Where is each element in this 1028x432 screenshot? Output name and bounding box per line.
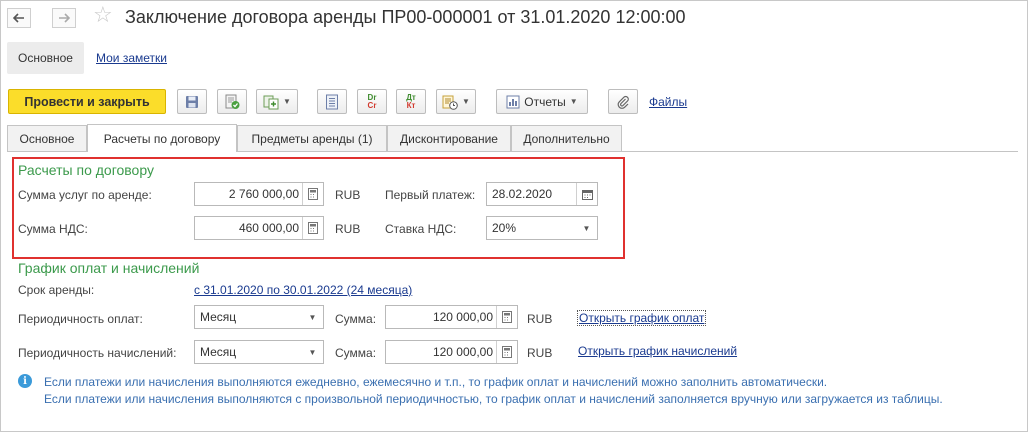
page-tab-main[interactable]: Основное <box>7 42 84 74</box>
payment-sum-field[interactable]: 120 000,00 <box>385 305 518 329</box>
dr-cr-icon-bottom: Cr <box>367 100 377 110</box>
rent-amount-field[interactable]: 2 760 000,00 <box>194 182 324 206</box>
create-based-on-button[interactable]: ▼ <box>256 89 298 114</box>
schedule-section-title: График оплат и начислений <box>18 260 200 276</box>
document-structure-button[interactable] <box>317 89 347 114</box>
arrow-left-icon <box>13 13 24 23</box>
tab-settlements[interactable]: Расчеты по договору <box>87 124 237 152</box>
files-link[interactable]: Файлы <box>649 95 687 109</box>
first-payment-field[interactable]: 28.02.2020 <box>486 182 598 206</box>
tab-additional[interactable]: Дополнительно <box>511 125 622 151</box>
post-and-close-button[interactable]: Провести и закрыть <box>8 89 166 114</box>
vat-rate-select[interactable]: 20% ▼ <box>486 216 598 240</box>
settlements-section-title: Расчеты по договору <box>18 162 154 178</box>
dr-cr-icon: Dr Cr <box>367 93 377 110</box>
vat-rate-label: Ставка НДС: <box>385 222 457 236</box>
payment-sum-value: 120 000,00 <box>432 310 493 324</box>
forward-button[interactable] <box>52 8 76 28</box>
dr-cr-button[interactable]: Dr Cr <box>357 89 387 114</box>
first-payment-label: Первый платеж: <box>385 188 476 202</box>
chevron-down-icon[interactable]: ▼ <box>576 217 597 239</box>
accrual-sum-value: 120 000,00 <box>432 345 493 359</box>
post-button[interactable] <box>217 89 247 114</box>
tab-discounting[interactable]: Дисконтирование <box>387 125 511 151</box>
accrual-frequency-select[interactable]: Месяц ▼ <box>194 340 324 364</box>
rent-amount-value: 2 760 000,00 <box>228 187 299 201</box>
page-tab-notes[interactable]: Мои заметки <box>96 51 167 65</box>
attach-files-button[interactable] <box>608 89 638 114</box>
vat-amount-value: 460 000,00 <box>238 221 299 235</box>
floppy-disk-icon <box>186 95 198 108</box>
first-payment-value: 28.02.2020 <box>492 187 553 201</box>
dt-kt-button[interactable]: Дт Кт <box>396 89 426 114</box>
calendar-icon[interactable] <box>576 183 597 205</box>
vat-amount-field[interactable]: 460 000,00 <box>194 216 324 240</box>
calculator-icon[interactable] <box>496 306 517 328</box>
payment-frequency-value: Месяц <box>200 310 237 324</box>
payment-frequency-select[interactable]: Месяц ▼ <box>194 305 324 329</box>
chevron-down-icon: ▼ <box>462 97 470 106</box>
paperclip-icon <box>617 95 629 109</box>
favorite-star-icon[interactable]: ☆ <box>93 4 113 26</box>
payment-sum-label: Сумма: <box>335 312 377 326</box>
accrual-frequency-label: Периодичность начислений: <box>18 346 177 360</box>
accrual-currency: RUB <box>527 346 553 360</box>
calculator-icon[interactable] <box>496 341 517 363</box>
info-icon: i <box>18 374 32 388</box>
reports-label: Отчеты <box>524 94 566 109</box>
accrual-sum-field[interactable]: 120 000,00 <box>385 340 518 364</box>
list-document-icon <box>326 94 338 109</box>
save-button[interactable] <box>177 89 207 114</box>
chevron-down-icon[interactable]: ▼ <box>302 306 323 328</box>
rent-amount-label: Сумма услуг по аренде: <box>18 188 152 202</box>
accrual-frequency-value: Месяц <box>200 345 237 359</box>
post-document-icon <box>225 94 240 109</box>
reports-button[interactable]: Отчеты ▼ <box>496 89 588 114</box>
rent-currency: RUB <box>335 188 361 202</box>
vat-rate-value: 20% <box>492 221 517 235</box>
chevron-down-icon[interactable]: ▼ <box>302 341 323 363</box>
arrow-right-icon <box>59 13 70 23</box>
payment-frequency-label: Периодичность оплат: <box>18 312 143 326</box>
open-accrual-schedule-link[interactable]: Открыть график начислений <box>578 344 737 358</box>
vat-amount-label: Сумма НДС: <box>18 222 88 236</box>
lease-term-label: Срок аренды: <box>18 283 95 297</box>
create-based-on-icon <box>263 95 279 109</box>
chevron-down-icon: ▼ <box>569 97 578 106</box>
vat-currency: RUB <box>335 222 361 236</box>
info-text-line-1: Если платежи или начисления выполняются … <box>44 375 828 389</box>
chevron-down-icon: ▼ <box>283 97 291 106</box>
report-clock-icon <box>442 95 458 110</box>
calculator-icon[interactable] <box>302 217 323 239</box>
page-title: Заключение договора аренды ПР00-000001 о… <box>125 7 686 27</box>
print-menu-button[interactable]: ▼ <box>436 89 476 114</box>
tab-lease-objects[interactable]: Предметы аренды (1) <box>237 125 387 151</box>
payment-currency: RUB <box>527 312 553 326</box>
dt-kt-icon-bottom: Кт <box>406 100 416 110</box>
reports-icon <box>506 95 520 108</box>
dt-kt-icon: Дт Кт <box>406 93 416 110</box>
open-payment-schedule-link[interactable]: Открыть график оплат <box>577 310 707 326</box>
accrual-sum-label: Сумма: <box>335 346 377 360</box>
tab-main[interactable]: Основное <box>7 125 87 151</box>
calculator-icon[interactable] <box>302 183 323 205</box>
back-button[interactable] <box>7 8 31 28</box>
info-text-line-2: Если платежи или начисления выполняются … <box>44 392 943 406</box>
lease-term-link[interactable]: с 31.01.2020 по 30.01.2022 (24 месяца) <box>194 283 412 297</box>
